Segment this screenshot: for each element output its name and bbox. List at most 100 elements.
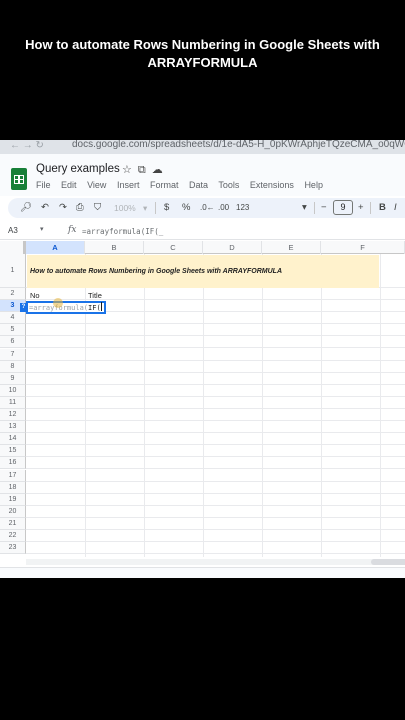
document-title[interactable]: Query examples: [36, 163, 120, 175]
currency-format-button[interactable]: $: [164, 201, 169, 215]
cell-b2[interactable]: Title: [88, 290, 102, 301]
url-text[interactable]: docs.google.com/spreadsheets/d/1e-dA5-H_…: [72, 140, 405, 151]
row-header-16[interactable]: 16: [0, 457, 26, 470]
row-header-14[interactable]: 14: [0, 433, 26, 446]
row-header-1[interactable]: 1: [0, 254, 26, 288]
zoom-select[interactable]: 100%: [114, 201, 136, 215]
row-header-12[interactable]: 12: [0, 409, 26, 422]
formula-input[interactable]: =arrayformula(IF(_: [82, 227, 163, 236]
font-size-input[interactable]: 9: [333, 200, 353, 215]
menu-help[interactable]: Help: [304, 180, 323, 190]
row-gridline: [26, 288, 405, 301]
row-header-9[interactable]: 9: [0, 372, 26, 385]
column-header-b[interactable]: B: [85, 241, 144, 254]
row-gridline: [26, 530, 405, 543]
percent-format-button[interactable]: %: [182, 201, 190, 215]
browser-nav-icons[interactable]: ← → ↻: [10, 140, 44, 152]
docs-header: Query examples ☆⧉☁ File Edit View Insert…: [0, 154, 405, 196]
screen: ← → ↻ docs.google.com/spreadsheets/d/1e-…: [0, 140, 405, 578]
row-gridline: [26, 373, 405, 385]
name-box[interactable]: A3: [8, 226, 18, 235]
name-box-caret-icon[interactable]: ▾: [40, 225, 44, 233]
toolbar: 🔎︎ ↶ ↷ ⎙ ⛉ 100% ▾ $ % .0← .00 123 ▾ − 9 …: [8, 198, 405, 218]
font-caret-icon[interactable]: ▾: [302, 201, 307, 215]
column-header-d[interactable]: D: [203, 241, 262, 254]
column-divider: [85, 254, 86, 557]
italic-button-partial[interactable]: I: [394, 201, 397, 215]
increase-font-size-button[interactable]: +: [358, 201, 364, 215]
column-header-e[interactable]: E: [262, 241, 321, 254]
cloud-status-icon[interactable]: ☁: [152, 164, 169, 176]
row-gridline: [26, 518, 405, 530]
row-header-18[interactable]: 18: [0, 481, 26, 494]
row-header-19[interactable]: 19: [0, 493, 26, 506]
row-gridline: [26, 385, 405, 397]
row-header-11[interactable]: 11: [0, 396, 26, 409]
decrease-font-size-button[interactable]: −: [321, 201, 327, 215]
sheets-logo-icon[interactable]: [11, 168, 27, 190]
row-header-15[interactable]: 15: [0, 445, 26, 458]
row-gridline: [26, 470, 405, 482]
more-formats-button[interactable]: 123: [236, 201, 249, 215]
row-header-21[interactable]: 21: [0, 517, 26, 530]
toolbar-divider: [314, 202, 315, 214]
row-gridline: [26, 409, 405, 422]
column-header-a[interactable]: A: [26, 241, 85, 254]
row-gridline: [26, 336, 405, 349]
menu-insert[interactable]: Insert: [117, 180, 140, 190]
menu-bar: File Edit View Insert Format Data Tools …: [36, 180, 331, 190]
column-header-f[interactable]: F: [321, 241, 405, 254]
toolbar-divider: [370, 202, 371, 214]
redo-icon[interactable]: ↷: [59, 201, 67, 215]
spreadsheet-grid[interactable]: A B C D E F 1 2 3 4 5 6 7 8 9 10 11 12 13 14 15 16 17 18 1…: [0, 241, 405, 557]
video-title: How to automate Rows Numbering in Google…: [25, 37, 380, 70]
zoom-caret-icon[interactable]: ▾: [143, 201, 147, 215]
banner-cell-a1[interactable]: How to automate Rows Numbering in Google…: [27, 255, 379, 288]
row-gridline: [26, 482, 405, 494]
row-header-6[interactable]: 6: [0, 336, 26, 349]
undo-icon[interactable]: ↶: [41, 201, 49, 215]
column-header-c[interactable]: C: [144, 241, 203, 254]
editor-current-text: IF(: [88, 304, 101, 312]
row-header-10[interactable]: 10: [0, 384, 26, 397]
row-header-13[interactable]: 13: [0, 421, 26, 434]
menu-data[interactable]: Data: [189, 180, 208, 190]
row-gridline: [26, 506, 405, 518]
row-header-5[interactable]: 5: [0, 324, 26, 337]
column-divider: [321, 254, 322, 557]
row-header-8[interactable]: 8: [0, 360, 26, 373]
menu-extensions[interactable]: Extensions: [250, 180, 294, 190]
row-header-7[interactable]: 7: [0, 348, 26, 361]
paint-format-icon[interactable]: ⛉: [94, 201, 101, 215]
row-header-17[interactable]: 17: [0, 469, 26, 482]
decrease-decimals-button[interactable]: .0←: [200, 201, 215, 215]
row-header-20[interactable]: 20: [0, 505, 26, 518]
cell-editor[interactable]: =arrayformula(IF(: [29, 302, 102, 314]
row-gridline: [26, 324, 405, 337]
menu-file[interactable]: File: [36, 180, 51, 190]
search-menus-icon[interactable]: 🔎︎: [20, 201, 32, 215]
menu-format[interactable]: Format: [150, 180, 179, 190]
increase-decimals-button[interactable]: .00: [218, 201, 229, 215]
star-icon[interactable]: ☆: [122, 164, 138, 176]
scrollbar-thumb[interactable]: [371, 559, 405, 565]
print-icon[interactable]: ⎙: [76, 201, 84, 215]
menu-edit[interactable]: Edit: [61, 180, 77, 190]
cell-a2[interactable]: No: [30, 290, 40, 301]
row-header-4[interactable]: 4: [0, 312, 26, 325]
browser-url-bar: ← → ↻ docs.google.com/spreadsheets/d/1e-…: [0, 140, 405, 154]
formula-bar: A3 ▾ fx =arrayformula(IF(_: [0, 224, 405, 240]
horizontal-scrollbar[interactable]: [26, 559, 405, 565]
row-header-22[interactable]: 22: [0, 530, 26, 543]
row-header-2[interactable]: 2: [0, 288, 26, 301]
move-to-folder-icon[interactable]: ⧉: [138, 164, 152, 176]
bold-button[interactable]: B: [379, 201, 386, 215]
row-header-23[interactable]: 23: [0, 542, 26, 555]
row-gridline: [26, 542, 405, 555]
column-divider: [380, 254, 381, 557]
menu-tools[interactable]: Tools: [218, 180, 239, 190]
select-all-corner[interactable]: [0, 241, 26, 254]
formula-help-icon[interactable]: ?: [20, 303, 27, 312]
menu-view[interactable]: View: [87, 180, 106, 190]
row-gridline: [26, 457, 405, 470]
